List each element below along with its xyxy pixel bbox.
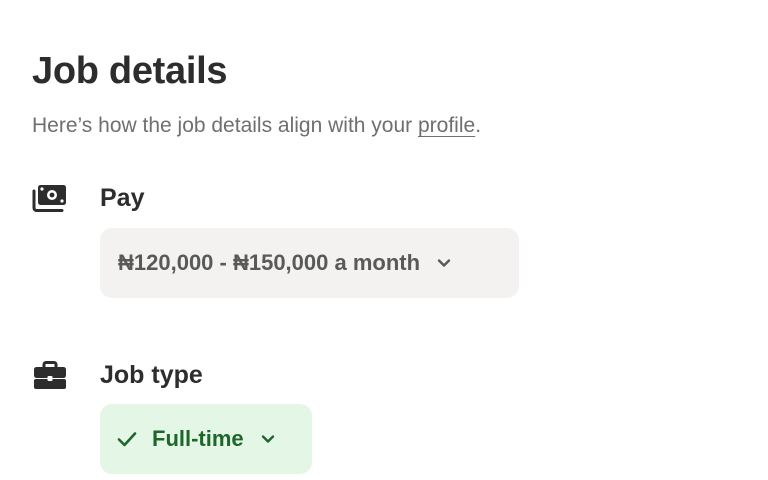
checkmark-icon: [117, 432, 137, 447]
job-type-dropdown[interactable]: Full-time: [100, 404, 312, 474]
profile-link[interactable]: profile: [418, 114, 475, 137]
chevron-down-icon: [261, 435, 274, 443]
pay-dropdown[interactable]: ₦120,000 - ₦150,000 a month: [100, 228, 519, 298]
job-details-panel: Job details Here’s how the job details a…: [0, 0, 768, 480]
chevron-down-icon: [437, 259, 451, 267]
pay-value: ₦120,000 - ₦150,000 a month: [118, 250, 421, 275]
job-type-value: Full-time: [152, 426, 244, 451]
pay-label: Pay: [100, 184, 145, 212]
job-type-label: Job type: [100, 361, 203, 389]
subtitle-period: .: [475, 114, 482, 137]
money-icon: [32, 185, 66, 212]
page-title: Job details: [32, 50, 228, 92]
page-subtitle: Here’s how the job details align with yo…: [32, 114, 481, 138]
briefcase-icon: [34, 361, 66, 389]
subtitle-text: Here’s how the job details align with yo…: [32, 114, 418, 137]
